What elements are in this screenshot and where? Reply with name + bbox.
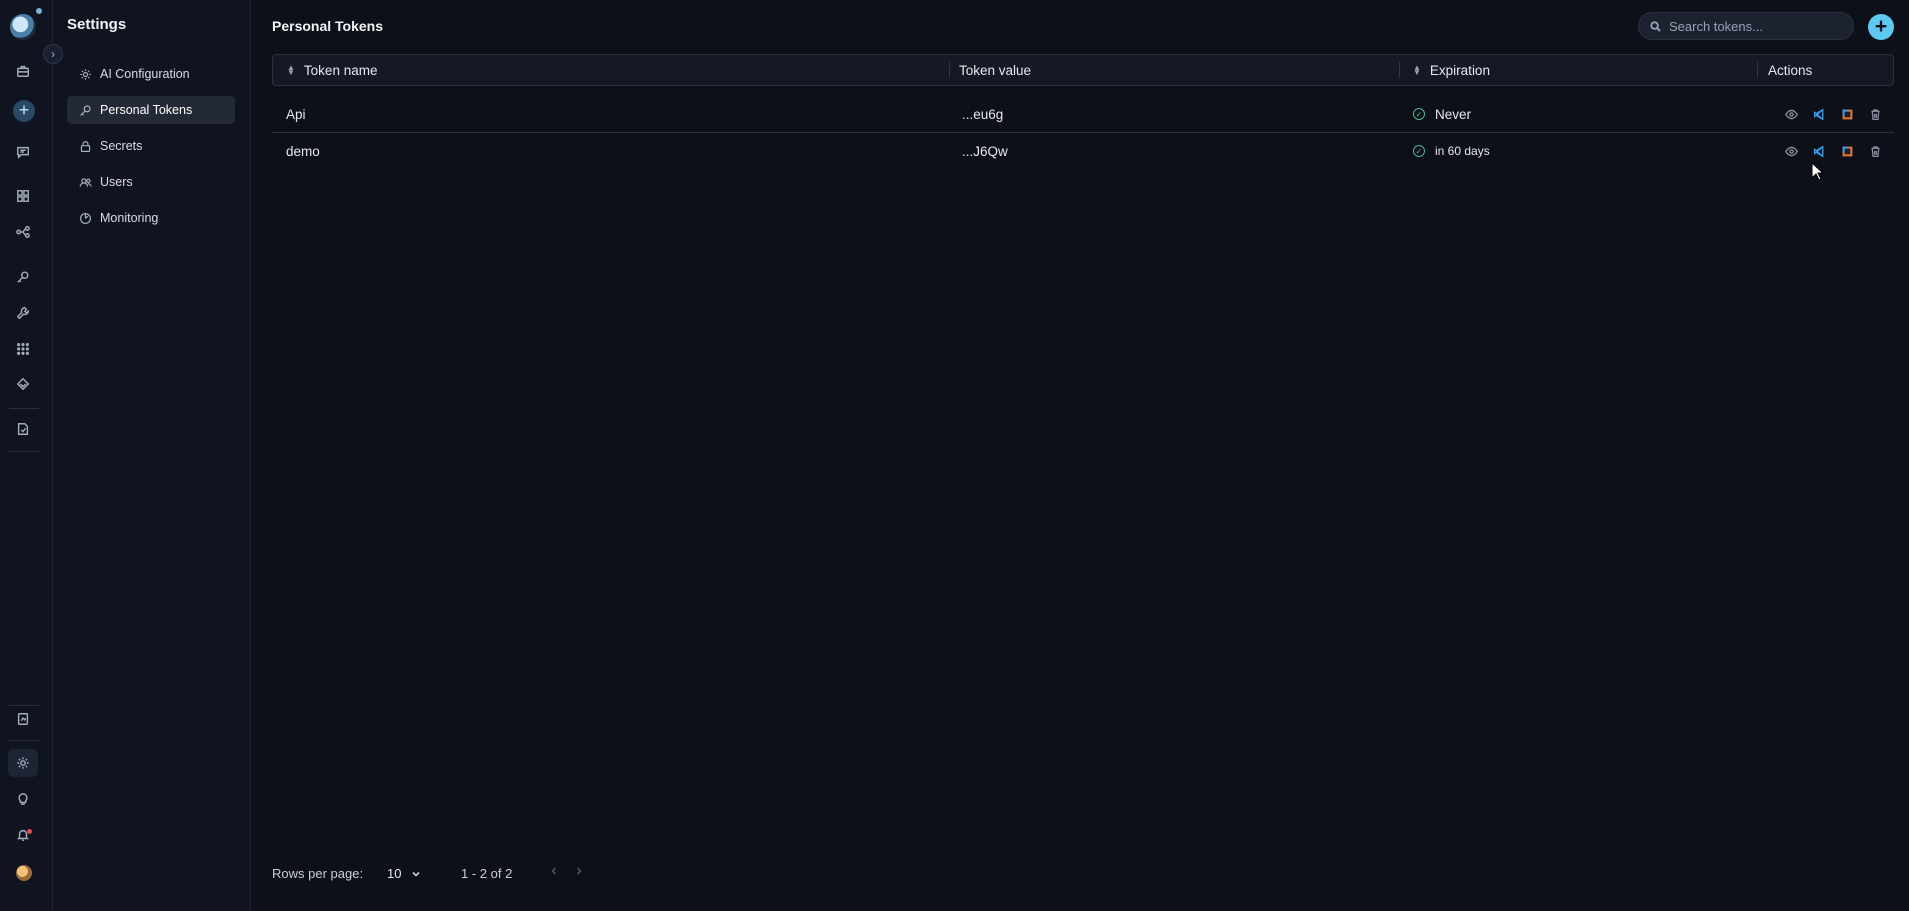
sidebar-item-label: Monitoring xyxy=(100,211,159,225)
chat-icon[interactable] xyxy=(13,142,33,162)
gear-icon xyxy=(80,68,91,80)
grid-icon[interactable] xyxy=(13,186,33,206)
row-actions xyxy=(1782,96,1884,132)
app-logo[interactable] xyxy=(10,14,36,40)
expiration-text: in 60 days xyxy=(1435,144,1490,158)
chevron-left-icon xyxy=(551,867,557,875)
table-header: ▲ ▼ Token name Token value ▲ ▼ Expiration … xyxy=(272,54,1894,86)
settings-sidebar: Settings AI Configuration Personal Token… xyxy=(53,0,251,911)
sort-icon: ▲ ▼ xyxy=(1413,63,1421,77)
sidebar-item-label: Personal Tokens xyxy=(100,103,193,117)
expand-sidebar-button[interactable]: › xyxy=(43,44,63,64)
token-name: Api xyxy=(286,106,306,122)
column-label: Expiration xyxy=(1429,62,1490,78)
sidebar-item-users[interactable]: Users xyxy=(67,168,235,196)
layers-icon[interactable] xyxy=(13,374,33,394)
token-name: demo xyxy=(286,143,320,159)
rail-divider xyxy=(9,408,39,409)
sidebar-item-monitoring[interactable]: Monitoring xyxy=(67,204,235,232)
jetbrains-icon[interactable] xyxy=(1838,142,1856,160)
column-divider xyxy=(1399,62,1400,78)
column-header-token-value: Token value xyxy=(959,55,1031,85)
vscode-icon[interactable] xyxy=(1810,142,1828,160)
sidebar-item-label: AI Configuration xyxy=(100,67,190,81)
add-token-button[interactable]: + xyxy=(1868,14,1894,40)
column-divider xyxy=(949,62,950,78)
token-value: ...J6Qw xyxy=(962,143,1008,159)
column-label: Token name xyxy=(303,62,378,78)
vscode-icon[interactable] xyxy=(1810,105,1828,123)
check-circle-icon: ✓ xyxy=(1413,108,1425,120)
workflow-icon[interactable] xyxy=(13,222,33,242)
apps-icon[interactable] xyxy=(13,339,33,359)
users-icon xyxy=(79,177,92,187)
sidebar-title: Settings xyxy=(67,16,127,33)
sidebar-item-personal-tokens[interactable]: Personal Tokens xyxy=(67,96,235,124)
expiration-text: Never xyxy=(1435,106,1472,122)
rows-per-page-value: 10 xyxy=(387,866,402,881)
chevron-right-icon xyxy=(576,867,582,875)
notification-badge xyxy=(27,829,32,834)
new-item-button[interactable]: + xyxy=(13,100,35,122)
status-dot xyxy=(36,8,42,14)
report-icon[interactable] xyxy=(13,709,33,729)
pagination-range: 1 - 2 of 2 xyxy=(461,866,513,881)
trash-icon[interactable] xyxy=(1866,105,1884,123)
search-icon xyxy=(1650,20,1661,32)
lock-icon xyxy=(80,140,91,152)
rows-per-page-label: Rows per page: xyxy=(272,866,364,881)
sidebar-item-label: Users xyxy=(100,175,133,189)
column-header-token-name[interactable]: ▲ ▼ Token name xyxy=(287,55,377,85)
trash-icon[interactable] xyxy=(1866,142,1884,160)
column-header-actions: Actions xyxy=(1768,55,1812,85)
key-icon[interactable] xyxy=(13,267,33,287)
jetbrains-icon[interactable] xyxy=(1838,105,1856,123)
column-label: Token value xyxy=(959,62,1032,78)
sidebar-item-secrets[interactable]: Secrets xyxy=(67,132,235,160)
settings-gear-icon[interactable] xyxy=(13,753,33,773)
main-content: Personal Tokens + ▲▼ Token name Token va… xyxy=(251,0,1909,911)
briefcase-icon[interactable] xyxy=(13,61,33,81)
rail-divider xyxy=(9,705,39,706)
table-row: Api ...eu6g ✓ Never xyxy=(272,96,1894,132)
rail-divider xyxy=(9,451,39,452)
monitoring-icon xyxy=(80,212,91,224)
search-input[interactable] xyxy=(1669,18,1839,34)
expiration-cell: ✓ Never xyxy=(1413,96,1471,132)
eye-icon[interactable] xyxy=(1782,142,1800,160)
expiration-cell: ✓ in 60 days xyxy=(1413,133,1490,169)
wrench-icon[interactable] xyxy=(13,303,33,323)
eye-icon[interactable] xyxy=(1782,105,1800,123)
next-page-button[interactable] xyxy=(574,866,584,876)
column-header-expiration[interactable]: ▲ ▼ Expiration xyxy=(1413,55,1490,85)
previous-page-button[interactable] xyxy=(549,866,559,876)
search-box[interactable] xyxy=(1638,12,1854,40)
icon-rail: › + xyxy=(0,0,63,911)
page-title: Personal Tokens xyxy=(272,18,384,34)
document-icon[interactable] xyxy=(13,419,33,439)
chevron-down-icon xyxy=(412,871,421,877)
column-divider xyxy=(1757,62,1758,78)
rail-divider xyxy=(9,740,39,741)
key-icon xyxy=(80,104,91,116)
row-actions xyxy=(1782,133,1884,169)
sort-icon: ▲ ▼ xyxy=(287,63,295,77)
lightbulb-icon[interactable] xyxy=(13,789,33,809)
column-label: Actions xyxy=(1768,62,1813,78)
rows-per-page-select[interactable]: 10 xyxy=(387,866,421,881)
mouse-cursor-icon xyxy=(1811,162,1825,181)
token-value: ...eu6g xyxy=(962,106,1004,122)
table-row: demo ...J6Qw ✓ in 60 days xyxy=(272,133,1894,169)
sidebar-item-ai-configuration[interactable]: AI Configuration xyxy=(67,60,235,88)
bell-icon[interactable] xyxy=(13,825,33,845)
sidebar-item-label: Secrets xyxy=(100,139,143,153)
check-circle-icon: ✓ xyxy=(1413,145,1425,157)
user-avatar[interactable] xyxy=(16,865,32,881)
